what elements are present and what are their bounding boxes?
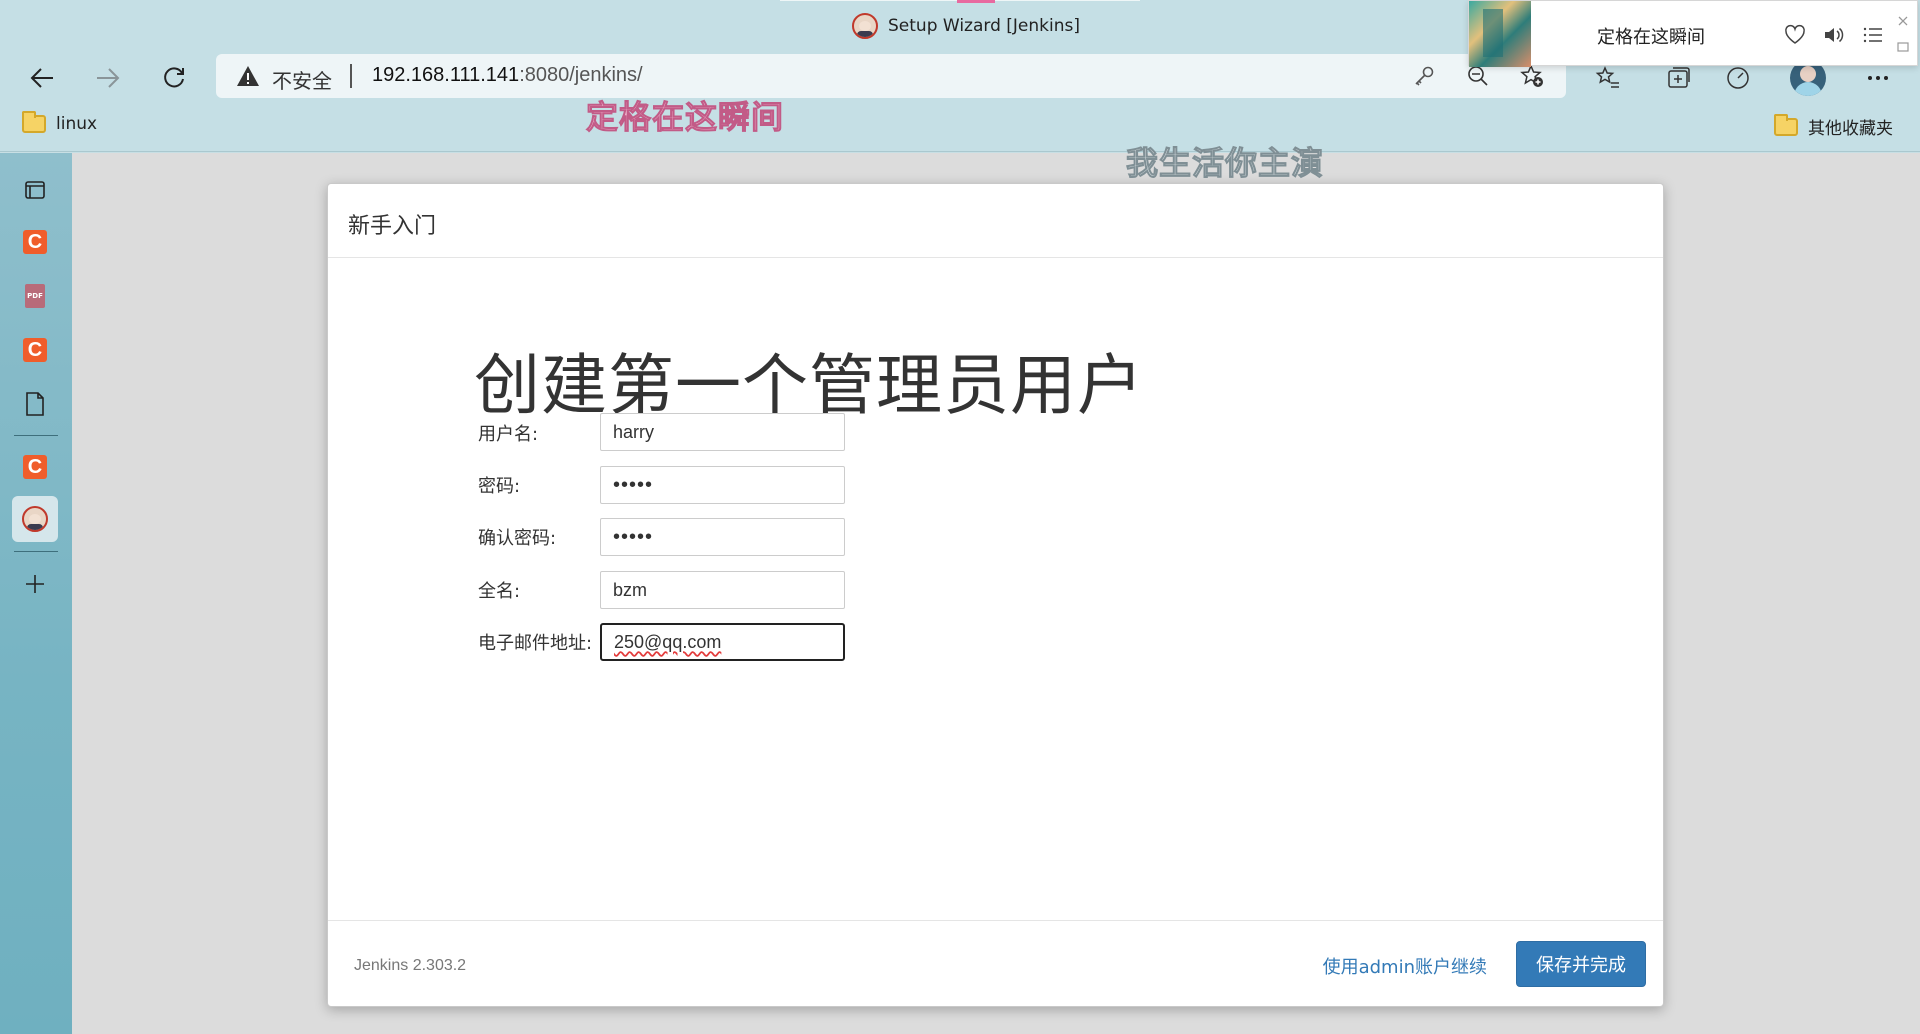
fullname-value: bzm: [613, 579, 648, 600]
url-host: 192.168.111.141: [372, 64, 520, 86]
fullname-label: 全名:: [478, 581, 521, 602]
new-tab-button[interactable]: [12, 561, 58, 607]
email-field[interactable]: 250@qq.com: [600, 623, 845, 661]
csdn-icon: C: [23, 455, 47, 479]
playlist-icon[interactable]: [1861, 23, 1885, 47]
refresh-icon: [164, 67, 184, 88]
address-bar[interactable]: 不安全 192.168.111.141:8080/jenkins/: [216, 54, 1566, 98]
forward-button[interactable]: [88, 58, 128, 98]
refresh-button[interactable]: [154, 58, 194, 98]
dialog-footer: Jenkins 2.303.2 使用admin账户继续 保存并完成: [328, 920, 1663, 1006]
album-cover: [1469, 1, 1531, 67]
pdf-icon: PDF: [25, 284, 45, 308]
sidebar-tab-csdn-1[interactable]: C: [12, 219, 58, 265]
performance-icon[interactable]: [1724, 64, 1752, 92]
desktop-lyric-line-1: 定格在这瞬间: [585, 98, 785, 137]
security-label[interactable]: 不安全: [272, 65, 332, 94]
desktop-lyric-line-2: 我生活你主演: [1125, 144, 1325, 183]
collections-icon[interactable]: [1664, 64, 1692, 92]
tab-actions-button[interactable]: [12, 167, 58, 213]
bookmarks-bar: linux 其他收藏夹: [0, 102, 1920, 152]
setup-wizard-dialog: 新手入门 创建第一个管理员用户 用户名: harry 密码: ••••• 确认密…: [327, 183, 1664, 1007]
url-path: :8080/jenkins/: [519, 64, 643, 86]
password-value: •••••: [613, 473, 654, 496]
more-options-icon[interactable]: [1864, 64, 1892, 92]
window-title: Setup Wizard [Jenkins]: [852, 13, 1080, 39]
username-field[interactable]: harry: [600, 413, 845, 451]
sidebar-tab-csdn-2[interactable]: C: [12, 327, 58, 373]
jenkins-favicon-icon: [852, 13, 878, 39]
dialog-header: 新手入门: [328, 184, 1663, 258]
fullname-field[interactable]: bzm: [600, 571, 845, 609]
email-value: 250@qq.com: [614, 631, 722, 652]
email-label: 电子邮件地址:: [478, 633, 593, 654]
back-button[interactable]: [22, 58, 62, 98]
vertical-tab-sidebar: C PDF C C: [0, 153, 72, 1034]
add-favorite-icon[interactable]: [1520, 64, 1544, 88]
dialog-header-title: 新手入门: [348, 214, 437, 239]
sidebar-tab-pdf[interactable]: PDF: [12, 273, 58, 319]
sidebar-tab-jenkins[interactable]: [12, 496, 58, 542]
confirm-password-field[interactable]: •••••: [600, 518, 845, 556]
close-player-icon[interactable]: [1891, 9, 1915, 33]
bookmark-folder-other[interactable]: 其他收藏夹: [1774, 113, 1893, 139]
bookmark-folder-label: 其他收藏夹: [1808, 119, 1893, 139]
password-field[interactable]: •••••: [600, 466, 845, 504]
continue-as-admin-link[interactable]: 使用admin账户继续: [1323, 953, 1487, 979]
restore-player-icon[interactable]: [1891, 35, 1915, 59]
csdn-icon: C: [23, 338, 47, 362]
key-icon[interactable]: [1412, 64, 1436, 88]
zoom-out-icon[interactable]: [1466, 64, 1490, 88]
folder-icon: [22, 111, 46, 133]
favorites-icon[interactable]: [1594, 64, 1622, 92]
plus-icon: [26, 575, 44, 593]
confirm-password-value: •••••: [613, 525, 654, 548]
username-value: harry: [613, 421, 655, 442]
address-separator: [350, 64, 352, 88]
bookmark-folder-linux[interactable]: linux: [22, 111, 98, 134]
song-title: 定格在这瞬间: [1597, 27, 1705, 48]
confirm-password-label: 确认密码:: [478, 528, 557, 549]
warning-icon[interactable]: [236, 64, 260, 88]
document-icon: [26, 392, 44, 416]
bookmark-folder-label: linux: [56, 114, 98, 134]
folder-icon: [1774, 113, 1798, 136]
sidebar-tab-document[interactable]: [12, 381, 58, 427]
heart-icon[interactable]: [1783, 23, 1807, 47]
window-title-text: Setup Wizard [Jenkins]: [888, 16, 1080, 36]
title-accent-line: [957, 0, 995, 3]
forward-arrow-icon: [97, 68, 120, 88]
volume-icon[interactable]: [1821, 23, 1845, 47]
sidebar-tab-csdn-3[interactable]: C: [12, 444, 58, 490]
username-label: 用户名:: [478, 424, 539, 445]
save-and-finish-button[interactable]: 保存并完成: [1516, 941, 1646, 987]
jenkins-favicon-icon: [22, 506, 48, 532]
jenkins-version: Jenkins 2.303.2: [354, 957, 467, 974]
sidebar-divider: [14, 435, 58, 436]
tab-manager-icon: [25, 181, 45, 199]
music-mini-player[interactable]: 定格在这瞬间: [1468, 0, 1918, 67]
sidebar-divider: [14, 551, 58, 552]
url-text[interactable]: 192.168.111.141:8080/jenkins/: [372, 64, 643, 87]
csdn-icon: C: [23, 230, 47, 254]
password-label: 密码:: [478, 476, 521, 497]
back-arrow-icon: [30, 68, 53, 88]
